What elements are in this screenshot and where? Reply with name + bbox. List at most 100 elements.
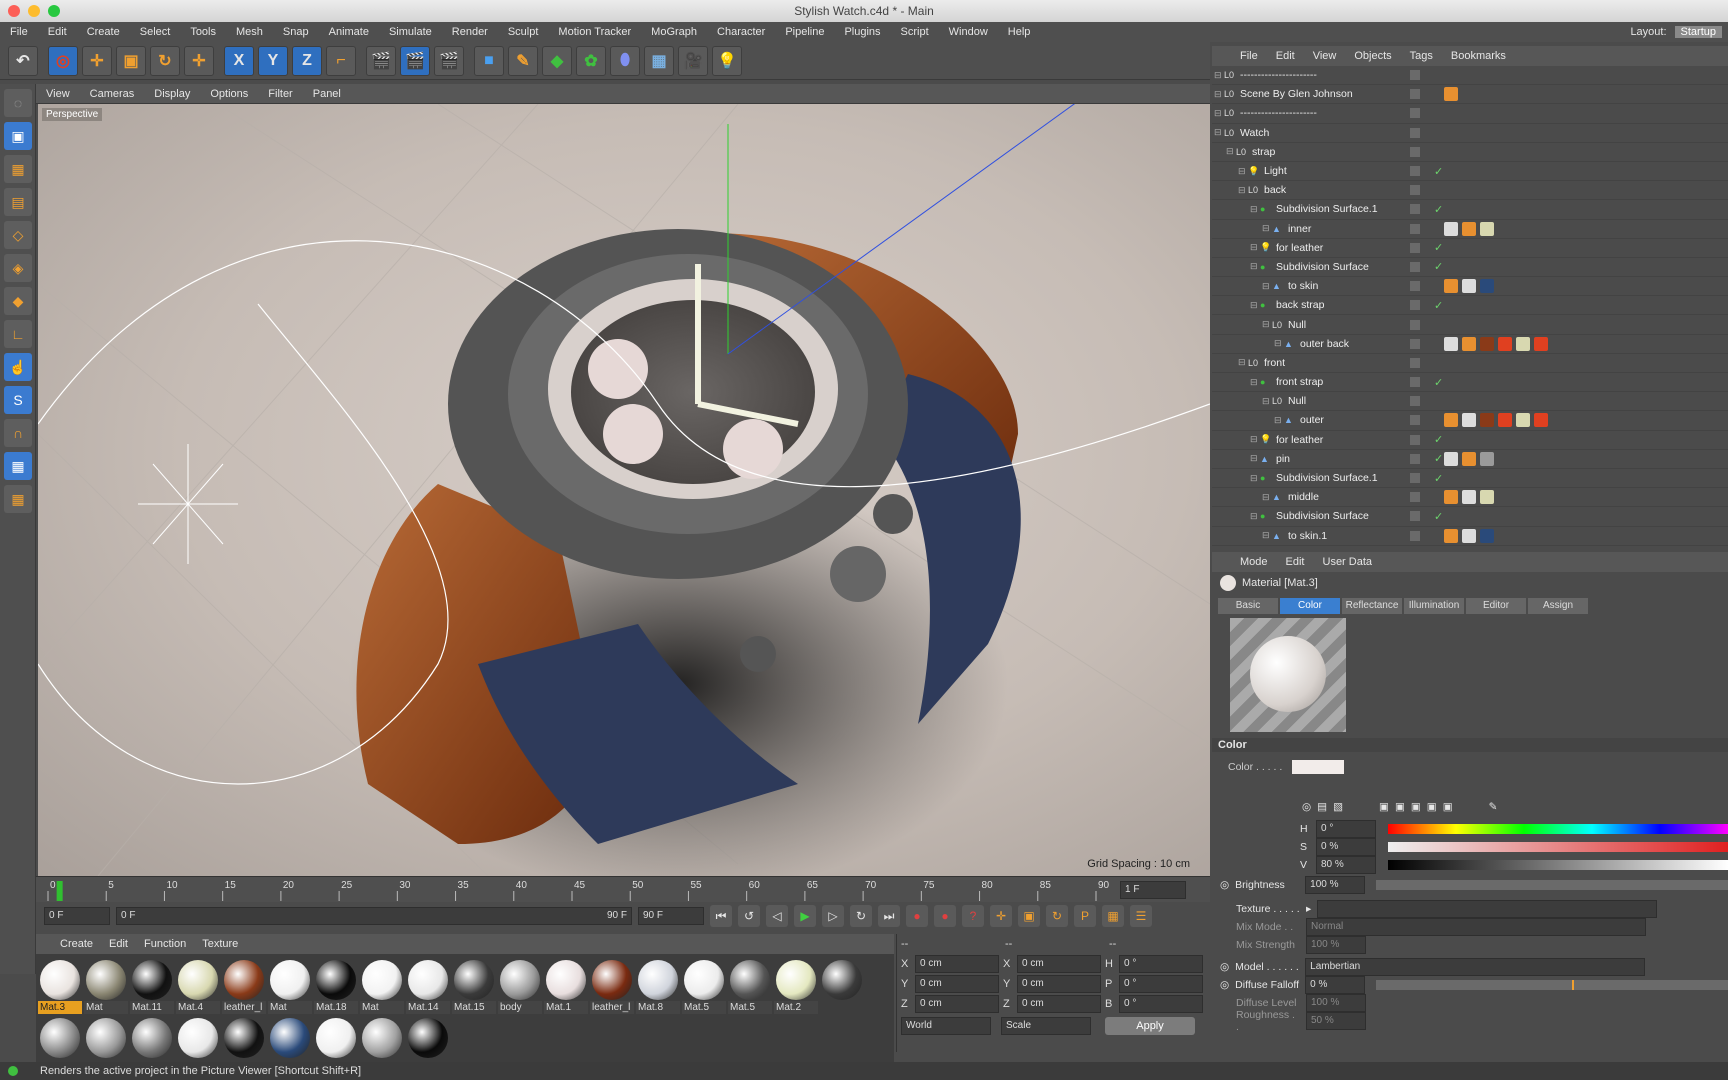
expand-toggle-icon[interactable]: ⊟ — [1274, 415, 1282, 426]
expand-toggle-icon[interactable]: ⊟ — [1226, 146, 1234, 157]
recent-tool-icon[interactable]: ✛ — [184, 45, 214, 76]
menu-file[interactable]: File — [10, 26, 28, 38]
object-row[interactable]: ⊟ L0 back — [1212, 181, 1728, 201]
menu-script[interactable]: Script — [901, 26, 929, 38]
material-tag-icon[interactable] — [1480, 528, 1494, 543]
menu-pipeline[interactable]: Pipeline — [785, 26, 824, 38]
menu-snap[interactable]: Snap — [283, 26, 309, 38]
expand-toggle-icon[interactable]: ⊟ — [1250, 261, 1258, 272]
object-row[interactable]: ⊟ L0 Watch — [1212, 124, 1728, 143]
rotation-b-field[interactable]: 0 ° — [1119, 995, 1203, 1013]
menu-edit[interactable]: Edit — [48, 26, 67, 38]
go-to-start-icon[interactable]: ⏮ — [710, 905, 732, 927]
object-menu-view[interactable]: View — [1313, 50, 1337, 62]
position-x-field[interactable]: 0 cm — [915, 955, 999, 973]
current-frame-field[interactable]: 1 F — [1120, 881, 1186, 899]
mix-mode-select[interactable]: Normal — [1306, 918, 1646, 936]
material-menu-texture[interactable]: Texture — [202, 938, 238, 950]
scale-icon[interactable]: ▣ — [116, 45, 146, 76]
material-tag-icon[interactable] — [1444, 87, 1458, 102]
image-picker-icon[interactable]: ▧ — [1333, 801, 1343, 813]
visibility-icon[interactable] — [1410, 281, 1420, 292]
material-tag-icon[interactable] — [1480, 279, 1494, 294]
material-item[interactable]: Mat.5 — [728, 958, 772, 1014]
material-tag-icon[interactable] — [1480, 336, 1494, 351]
y-axis-lock-icon[interactable]: Y — [258, 45, 288, 76]
menu-plugins[interactable]: Plugins — [844, 26, 880, 38]
size-mode-select[interactable]: Scale — [1001, 1017, 1091, 1035]
material-tag-icon[interactable] — [1534, 336, 1548, 351]
x-axis-lock-icon[interactable]: X — [224, 45, 254, 76]
menu-character[interactable]: Character — [717, 26, 765, 38]
mix-strength-field[interactable]: 100 % — [1306, 936, 1366, 954]
next-frame-icon[interactable]: ▷ — [822, 905, 844, 927]
cloner-icon[interactable]: ✿ — [576, 45, 606, 76]
enabled-check-icon[interactable]: ✓ — [1434, 241, 1443, 254]
visibility-icon[interactable] — [1410, 261, 1420, 272]
material-item[interactable]: Mat.4 — [176, 958, 220, 1014]
material-item[interactable]: Mat.5 — [682, 958, 726, 1014]
object-row[interactable]: ⊟ ● Subdivision Surface ✓ — [1212, 507, 1728, 527]
object-row[interactable]: ⊟ L0 strap — [1212, 143, 1728, 162]
zoom-window-button[interactable] — [48, 5, 60, 17]
diffuse-level-field[interactable]: 100 % — [1306, 994, 1366, 1012]
tab-reflectance[interactable]: Reflectance — [1342, 598, 1402, 614]
expand-toggle-icon[interactable]: ⊟ — [1262, 530, 1270, 541]
object-row[interactable]: ⊟ L0 ---------------------- — [1212, 104, 1728, 124]
timeline-ruler[interactable]: 0 5 10 15 20 25 30 35 40 45 50 55 60 65 70 75 80 85 90 1 F — [36, 876, 1210, 902]
object-row[interactable]: ⊟ L0 Scene By Glen Johnson — [1212, 85, 1728, 105]
enabled-check-icon[interactable]: ✓ — [1434, 472, 1443, 485]
enabled-check-icon[interactable]: ✓ — [1434, 510, 1443, 523]
key-pla-icon[interactable]: ▦ — [1102, 905, 1124, 927]
hue-field[interactable]: 0 ° — [1316, 820, 1376, 838]
visibility-icon[interactable] — [1410, 530, 1420, 541]
menu-tools[interactable]: Tools — [190, 26, 216, 38]
expand-toggle-icon[interactable]: ⊟ — [1250, 300, 1258, 311]
roughness-field[interactable]: 50 % — [1306, 1012, 1366, 1030]
object-row[interactable]: ⊟ L0 front — [1212, 354, 1728, 373]
material-item[interactable]: leather_l — [222, 958, 266, 1014]
light-icon[interactable]: 💡 — [712, 45, 742, 76]
key-position-icon[interactable]: ✛ — [990, 905, 1012, 927]
visibility-icon[interactable] — [1410, 377, 1420, 388]
autokeying-icon[interactable]: ● — [934, 905, 956, 927]
material-item[interactable] — [820, 958, 864, 1014]
material-tag-icon[interactable] — [1444, 413, 1458, 428]
object-row[interactable]: ⊟ 💡 for leather ✓ — [1212, 431, 1728, 450]
material-item[interactable]: Mat.14 — [406, 958, 450, 1014]
key-parameter-icon[interactable]: P — [1074, 905, 1096, 927]
material-tag-icon[interactable] — [1480, 221, 1494, 236]
texture-mode-icon[interactable]: ▦ — [4, 155, 32, 183]
expand-toggle-icon[interactable]: ⊟ — [1250, 242, 1258, 253]
undo-icon[interactable]: ↶ — [8, 45, 38, 76]
size-y-field[interactable]: 0 cm — [1017, 975, 1101, 993]
material-item[interactable]: Mat — [360, 958, 404, 1014]
visibility-icon[interactable] — [1410, 434, 1420, 445]
hue-slider[interactable] — [1388, 824, 1728, 834]
visibility-icon[interactable] — [1410, 396, 1420, 407]
end-frame-field[interactable]: 90 F — [638, 907, 704, 925]
mixer-icon[interactable]: ▣ — [1427, 801, 1437, 813]
object-row[interactable]: ⊟ ● Subdivision Surface.1 ✓ — [1212, 200, 1728, 220]
material-item[interactable]: body — [498, 958, 542, 1014]
play-icon[interactable]: ▶ — [794, 905, 816, 927]
apply-button[interactable]: Apply — [1105, 1017, 1195, 1035]
material-tag-icon[interactable] — [1498, 413, 1512, 428]
brightness-field[interactable]: 100 % — [1305, 876, 1366, 894]
model-mode-icon[interactable]: ▣ — [4, 122, 32, 150]
magnet-icon[interactable]: ∩ — [4, 419, 32, 447]
material-item[interactable]: leather_l — [590, 958, 634, 1014]
size-x-field[interactable]: 0 cm — [1017, 955, 1101, 973]
visibility-icon[interactable] — [1410, 319, 1420, 330]
polygons-mode-icon[interactable]: ◆ — [4, 287, 32, 315]
expand-toggle-icon[interactable]: ⊟ — [1214, 108, 1222, 119]
spectrum-icon[interactable]: ▤ — [1317, 801, 1327, 813]
model-select[interactable]: Lambertian — [1305, 958, 1646, 976]
material-tag-icon[interactable] — [1444, 451, 1458, 466]
visibility-icon[interactable] — [1410, 473, 1420, 484]
menu-motion-tracker[interactable]: Motion Tracker — [558, 26, 631, 38]
expand-toggle-icon[interactable]: ⊟ — [1262, 492, 1270, 503]
texture-arrow-icon[interactable]: ▸ — [1306, 903, 1311, 915]
close-window-button[interactable] — [8, 5, 20, 17]
material-tag-icon[interactable] — [1462, 413, 1476, 428]
